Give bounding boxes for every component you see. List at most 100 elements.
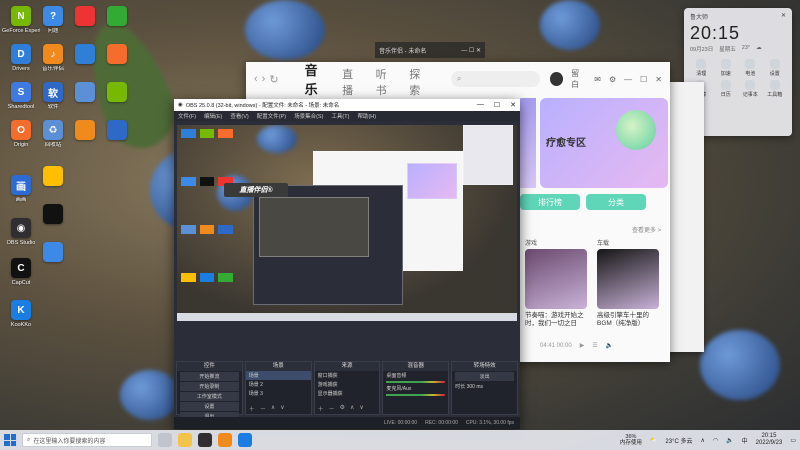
obs-control-button[interactable]: 设置 [180,402,239,411]
volume-icon[interactable]: 🔈 [606,342,613,349]
scene-item[interactable]: 场景 [245,371,311,380]
music-tab[interactable]: 直播 [342,66,364,98]
desktop-icon[interactable] [36,242,70,262]
desktop-icon[interactable]: ? 问题 [36,6,70,34]
playlist-icon[interactable]: ☰ [592,342,597,349]
tray-expand-icon[interactable]: ∧ [700,437,704,444]
obs-menu-item[interactable]: 文件(F) [178,112,196,120]
taskbar-search[interactable]: ⌕ 在这里输入你要搜索的内容 [22,433,152,447]
user-name[interactable]: 留白 [571,68,586,90]
transition-duration[interactable]: 时长 300 ms [452,382,517,391]
forward-icon[interactable]: › [262,73,266,85]
desktop-icon[interactable]: O Origin [4,120,38,148]
obs-menu-item[interactable]: 编辑(E) [204,112,222,120]
desktop-icon[interactable]: ♻ 回收站 [36,120,70,148]
widget-shortcut[interactable]: 电池 [739,59,762,77]
music-chip[interactable]: 排行榜 [520,194,580,210]
obs-titlebar[interactable]: ◉ OBS 25.0.8 (32-bit, windows) - 配置文件: 未… [174,99,520,111]
minimize-icon[interactable]: — [477,101,484,109]
window-controls-icon[interactable]: — ☐ ✕ [461,47,481,54]
down-icon[interactable]: ∨ [359,404,363,413]
obs-menu-item[interactable]: 配置文件(P) [257,112,286,120]
desktop-icon[interactable]: S Sharedtool [4,82,38,110]
settings-icon[interactable]: ⚙ [609,75,616,84]
taskbar-weather[interactable]: 23°C 多云 [665,436,692,445]
widget-shortcut[interactable]: 工具箱 [764,80,787,98]
notification-icon[interactable]: ▭ [790,437,796,444]
remove-icon[interactable]: － [329,404,335,413]
promo-banner-left[interactable] [518,98,536,188]
obs-menu-item[interactable]: 查看(V) [230,112,248,120]
desktop-icon[interactable]: ♪ 音乐伴侣 [36,44,70,72]
minimize-icon[interactable]: — [624,75,632,84]
start-button[interactable] [4,434,16,446]
transition-select[interactable]: 淡出 [455,372,514,381]
desktop-icon[interactable]: 软软件 [36,82,70,110]
maximize-icon[interactable]: ☐ [494,101,500,109]
desktop-icon[interactable] [68,120,102,140]
desktop-icon[interactable] [68,6,102,26]
desktop-icon[interactable]: K KooKKo [4,300,38,328]
mail-icon[interactable]: ✉ [594,75,601,84]
widget-shortcut[interactable]: 清理 [690,59,713,77]
widget-shortcut[interactable]: 加速 [715,59,738,77]
background-window[interactable]: 音乐伴侣 - 未命名 — ☐ ✕ [375,42,485,58]
sources-tools[interactable]: ＋ － ⚙ ∧ ∨ [315,403,380,414]
task-view-icon[interactable] [158,433,172,447]
desktop-icon[interactable] [100,120,134,140]
music-search-input[interactable]: ⌕ [450,71,540,87]
obs-menu-item[interactable]: 场景集合(S) [294,112,323,120]
desktop-icon[interactable]: ◉ OBS Studio [4,218,38,246]
more-link[interactable]: 查看更多 > [632,225,661,234]
desktop-icon[interactable]: C CapCut [4,258,38,286]
browser-taskbar-icon[interactable] [238,433,252,447]
widget-shortcut[interactable]: 记事本 [739,80,762,98]
desktop-icon[interactable] [100,44,134,64]
music-card[interactable]: 游戏 节奏喵：游戏开始之时，我们一切之日 [525,238,587,328]
avatar[interactable] [549,72,564,86]
desktop-icon[interactable]: 画画画 [4,175,38,203]
obs-taskbar-icon[interactable] [198,433,212,447]
desktop-icon[interactable]: N GeForce Experience [2,6,40,34]
music-tab[interactable]: 探索 [409,66,431,98]
input-language[interactable]: 中 [742,436,748,445]
widget-shortcut[interactable]: 日历 [715,80,738,98]
obs-control-button[interactable]: 开始推流 [180,372,239,381]
source-item[interactable]: 窗口捕获 [315,371,380,380]
desktop-icon[interactable] [36,204,70,224]
desktop-icon[interactable] [68,82,102,102]
scene-item[interactable]: 场景 2 [246,380,311,389]
volume-icon[interactable]: 🔈 [726,437,733,444]
desktop-icon[interactable]: D Drivers [4,44,38,72]
source-item[interactable]: 显示器捕获 [315,389,380,398]
obs-preview[interactable] [177,125,517,321]
music-chip[interactable]: 分类 [586,194,646,210]
desktop-icon[interactable] [100,82,134,102]
music-taskbar-icon[interactable] [218,433,232,447]
obs-menu-item[interactable]: 工具(T) [331,112,349,120]
music-tab[interactable]: 听书 [376,66,398,98]
widget-shortcut[interactable]: 设置 [764,59,787,77]
obs-control-button[interactable]: 开始录制 [180,382,239,391]
maximize-icon[interactable]: ☐ [640,75,647,84]
desktop-icon[interactable] [36,166,70,186]
memory-usage[interactable]: 36% 内存使用 [620,434,642,446]
add-icon[interactable]: ＋ [318,404,324,413]
down-icon[interactable]: ∨ [280,404,284,413]
obs-menu-item[interactable]: 帮助(H) [357,112,376,120]
obs-control-button[interactable]: 工作室模式 [180,392,239,401]
scene-item[interactable]: 场景 3 [246,389,311,398]
back-icon[interactable]: ‹ [254,73,258,85]
desktop-icon[interactable] [68,44,102,64]
taskbar-clock[interactable]: 20:15 2022/9/23 [756,433,783,446]
source-item[interactable]: 游戏捕获 [315,380,380,389]
play-icon[interactable]: ▶ [580,342,585,349]
desktop-icon[interactable] [100,6,134,26]
scenes-tools[interactable]: ＋ － ∧ ∨ [246,403,311,414]
close-icon[interactable]: ✕ [655,75,662,84]
close-icon[interactable]: ✕ [781,12,786,21]
up-icon[interactable]: ∧ [350,404,354,413]
remove-icon[interactable]: － [260,404,266,413]
promo-banner[interactable]: 疗愈专区 [540,98,668,188]
network-icon[interactable]: ◠ [713,437,718,444]
